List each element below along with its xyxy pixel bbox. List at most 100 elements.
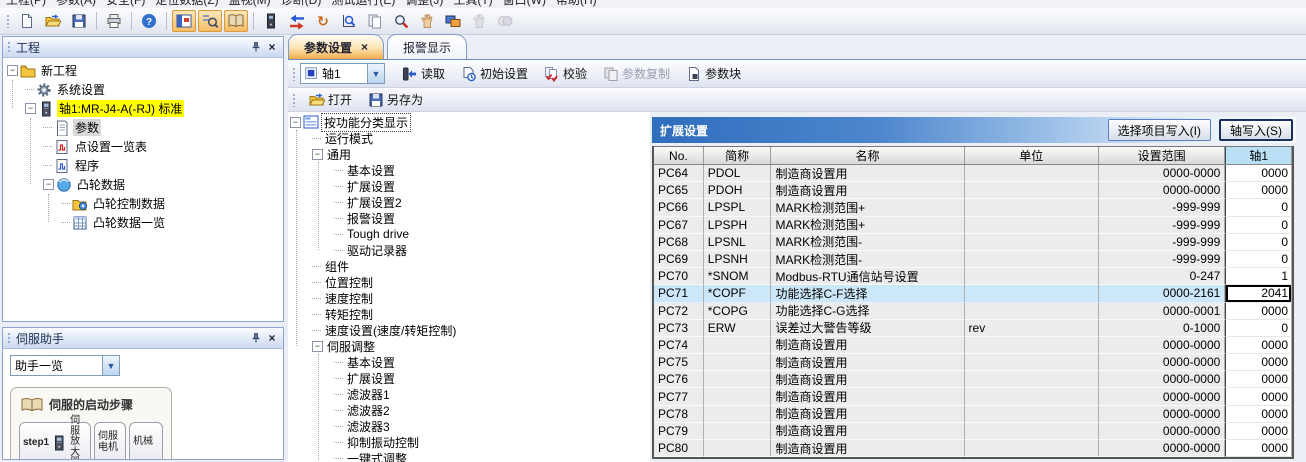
axis-value-cell[interactable]: 0000 [1225,371,1292,388]
axis-value-cell[interactable]: 0 [1225,199,1292,216]
axis-value-cell[interactable]: 1 [1225,268,1292,285]
param-row-PC80[interactable]: PC80制造商设置用0000-00000000 [654,440,1292,457]
axis-value-cell[interactable]: 0000 [1225,337,1292,354]
chevron-down-icon[interactable]: ▼ [102,356,119,375]
save-as-button[interactable]: 另存为 [361,88,430,111]
param-row-PC76[interactable]: PC76制造商设置用0000-00000000 [654,371,1292,388]
copy-tool-button[interactable] [363,10,387,32]
axis-write-button[interactable]: 轴写入(S) [1219,119,1293,141]
toggle-servo-assistant-button[interactable] [224,10,248,32]
tree-item-转矩控制[interactable]: 转矩控制 [288,306,650,322]
axis-value-cell[interactable]: 0 [1225,234,1292,251]
axis-value-cell[interactable]: 0000 [1225,182,1292,199]
param-row-PC74[interactable]: PC74制造商设置用0000-00000000 [654,337,1292,354]
tree-item-位置控制[interactable]: 位置控制 [288,274,650,290]
menu-item[interactable]: 诊断(D) [281,0,322,8]
verify-button[interactable]: 校验 [537,62,594,85]
close-icon[interactable]: × [264,331,280,346]
close-icon[interactable]: × [264,40,280,55]
tree-item-一键式调整[interactable]: 一键式调整 [288,450,650,462]
param-row-PC71[interactable]: PC71*COPF功能选择C-F选择0000-21612041 [654,285,1292,302]
toggle-project-tree-button[interactable] [198,10,222,32]
param-row-PC70[interactable]: PC70*SNOMModbus-RTU通信站号设置0-2471 [654,268,1292,285]
tree-item-伺服调整[interactable]: −伺服调整 [288,338,650,354]
tree-item-按功能分类显示[interactable]: −按功能分类显示 [288,114,650,130]
axis-value-cell[interactable]: 0000 [1225,354,1292,371]
tree-item-组件[interactable]: 组件 [288,258,650,274]
zoom-search-button[interactable] [389,10,413,32]
open-project-button[interactable] [41,10,65,32]
menu-item[interactable]: 定位数据(Z) [155,0,218,8]
tree-item-基本设置[interactable]: 基本设置 [288,162,650,178]
expander-icon[interactable]: − [290,117,301,128]
axis-value-cell[interactable]: 0000 [1225,440,1292,457]
hand-tool-button[interactable] [415,10,439,32]
param-block-button[interactable]: 参数块 [679,62,748,85]
tab-报警显示[interactable]: 报警显示 [387,34,467,59]
param-row-PC69[interactable]: PC69LPSNHMARK检测范围--999-9990 [654,251,1292,268]
tree-item-程序[interactable]: 程序 [3,156,283,175]
panel-grip[interactable] [7,332,11,345]
menu-item[interactable]: 窗口(W) [503,0,546,8]
param-row-PC66[interactable]: PC66LPSPLMARK检测范围+-999-9990 [654,199,1292,216]
pin-icon[interactable] [248,40,264,55]
tree-item-Tough-drive[interactable]: Tough drive [288,226,650,242]
read-button[interactable]: 读取 [395,62,452,85]
tree-item-轴1-MR-J4-A-RJ-标准[interactable]: −轴1:MR-J4-A(-RJ) 标准 [3,99,283,118]
save-project-button[interactable] [67,10,91,32]
image-display-button[interactable] [441,10,465,32]
pin-icon[interactable] [248,331,264,346]
write-selected-items-button[interactable]: 选择项目写入(I) [1108,119,1211,141]
rotate-view-button[interactable]: ↻ [311,10,335,32]
expander-icon[interactable]: − [312,341,323,352]
close-icon[interactable]: × [361,40,368,54]
chevron-down-icon[interactable]: ▼ [368,63,385,84]
param-row-PC64[interactable]: PC64PDOL制造商设置用0000-00000000 [654,165,1292,182]
param-row-PC78[interactable]: PC78制造商设置用0000-00000000 [654,406,1292,423]
expander-icon[interactable]: − [25,103,36,114]
expander-icon[interactable]: − [43,179,54,190]
toggle-docking-window-button[interactable] [172,10,196,32]
open-button[interactable]: 打开 [302,88,359,111]
step1-servo-amplifier-tab[interactable]: step1伺服放大器 [19,422,91,459]
tree-item-抑制振动控制[interactable]: 抑制振动控制 [288,434,650,450]
axis-value-cell[interactable]: 0 [1225,217,1292,234]
tree-item-基本设置[interactable]: 基本设置 [288,354,650,370]
axis-value-cell[interactable]: 0000 [1225,406,1292,423]
tree-item-速度控制[interactable]: 速度控制 [288,290,650,306]
axis-select[interactable]: 轴1 [300,63,368,84]
tree-item-驱动记录器[interactable]: 驱动记录器 [288,242,650,258]
axis-value-cell[interactable]: 0000 [1225,388,1292,405]
panel-grip[interactable] [7,41,11,54]
menu-item[interactable]: 工具(T) [453,0,492,8]
axis-value-cell[interactable]: 0000 [1225,303,1292,320]
tree-item-扩展设置2[interactable]: 扩展设置2 [288,194,650,210]
axis-value-cell[interactable]: 0000 [1225,423,1292,440]
menu-item[interactable]: 帮助(H) [556,0,597,8]
tree-item-凸轮数据一览[interactable]: 凸轮数据一览 [3,213,283,232]
param-row-PC75[interactable]: PC75制造商设置用0000-00000000 [654,354,1292,371]
tree-item-系统设置[interactable]: 系统设置 [3,80,283,99]
help-button[interactable]: ? [137,10,161,32]
graph-zoom-button[interactable] [337,10,361,32]
initial-setting-button[interactable]: 初始设置 [454,62,535,85]
param-row-PC77[interactable]: PC77制造商设置用0000-00000000 [654,388,1292,405]
tree-item-扩展设置[interactable]: 扩展设置 [288,178,650,194]
expander-icon[interactable]: − [312,149,323,160]
tree-item-点设置一览表[interactable]: 点设置一览表 [3,137,283,156]
axis-value-cell[interactable]: 0 [1225,320,1292,337]
assistant-list-select[interactable]: 助手一览 ▼ [10,355,120,376]
menu-item[interactable]: 参数(A) [56,0,96,8]
param-row-PC79[interactable]: PC79制造商设置用0000-00000000 [654,423,1292,440]
menu-item[interactable]: 安全(F) [106,0,145,8]
tree-item-速度设置-速度-转矩控制-[interactable]: 速度设置(速度/转矩控制) [288,322,650,338]
tree-item-凸轮控制数据[interactable]: 凸轮控制数据 [3,194,283,213]
expander-icon[interactable]: − [7,65,18,76]
tree-item-滤波器2[interactable]: 滤波器2 [288,402,650,418]
menu-item[interactable]: 调整(J) [405,0,443,8]
tab-参数设置[interactable]: 参数设置× [288,34,384,59]
tree-item-运行模式[interactable]: 运行模式 [288,130,650,146]
tree-item-凸轮数据[interactable]: −凸轮数据 [3,175,283,194]
param-row-PC72[interactable]: PC72*COPG功能选择C-G选择0000-00010000 [654,303,1292,320]
new-project-button[interactable] [15,10,39,32]
